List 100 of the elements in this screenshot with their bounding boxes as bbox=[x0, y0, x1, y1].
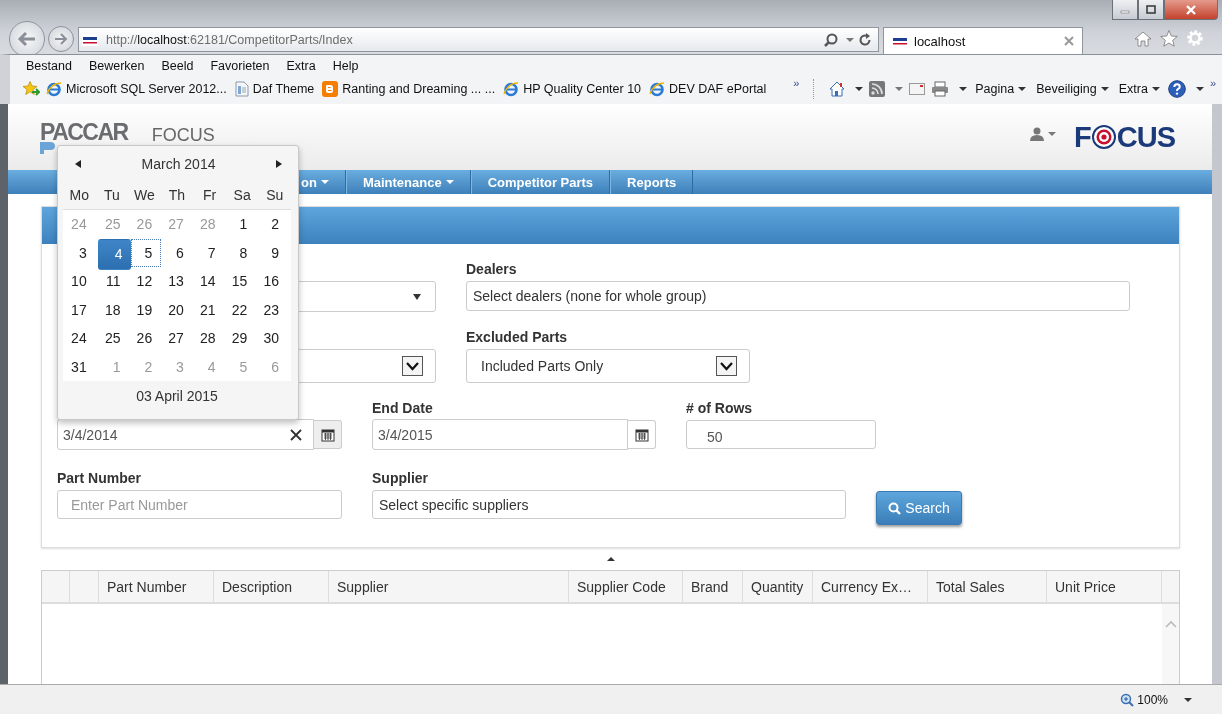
collapse-icon[interactable] bbox=[606, 557, 615, 561]
column-header[interactable]: Unit Price bbox=[1047, 571, 1162, 602]
menu-button[interactable]: Extra bbox=[1118, 82, 1160, 96]
calendar-day[interactable]: 27 bbox=[163, 324, 193, 353]
field-label: Excluded Parts bbox=[466, 329, 568, 345]
weekday-label: Fr bbox=[202, 187, 217, 203]
column-header[interactable]: Currency Ex… bbox=[813, 571, 928, 602]
star-icon[interactable] bbox=[1160, 30, 1178, 47]
minimize-button[interactable] bbox=[1112, 0, 1138, 20]
back-button[interactable] bbox=[9, 21, 45, 57]
supplier-field[interactable]: Select specific suppliers bbox=[372, 490, 846, 519]
column-header[interactable]: Supplier Code bbox=[569, 571, 683, 602]
calendar-day[interactable]: 18 bbox=[97, 295, 130, 324]
next-month-button[interactable] bbox=[276, 159, 282, 168]
search-icon[interactable] bbox=[824, 32, 838, 47]
mail-icon[interactable] bbox=[909, 83, 926, 95]
column-header[interactable]: Part Number bbox=[99, 571, 214, 602]
calendar-day[interactable]: 29 bbox=[226, 324, 257, 353]
calendar-day[interactable]: 8 bbox=[226, 238, 257, 267]
calendar-day[interactable]: 24 bbox=[66, 324, 96, 353]
chevron-down-icon bbox=[402, 356, 423, 376]
zoom-button[interactable]: 100% bbox=[1120, 692, 1168, 707]
calendar-day[interactable]: 28 bbox=[194, 324, 225, 353]
feed-icon[interactable] bbox=[869, 81, 886, 97]
calendar-day[interactable]: 9 bbox=[258, 238, 288, 267]
favorite-link[interactable]: Microsoft SQL Server 2012... bbox=[46, 81, 227, 97]
calendar-day[interactable]: 17 bbox=[66, 295, 96, 324]
calendar-button[interactable] bbox=[314, 420, 342, 449]
number-field[interactable]: 50 bbox=[686, 420, 876, 449]
calendar-day[interactable]: 20 bbox=[163, 295, 193, 324]
menu-button[interactable]: Beveiliging bbox=[1036, 82, 1109, 96]
calendar-day[interactable]: 12 bbox=[131, 267, 162, 296]
calendar-day[interactable]: 16 bbox=[258, 267, 288, 296]
maximize-button[interactable] bbox=[1138, 0, 1164, 20]
calendar-button[interactable] bbox=[628, 420, 656, 449]
calendar-day[interactable]: 6 bbox=[163, 238, 193, 267]
calendar-day[interactable]: 21 bbox=[194, 295, 225, 324]
favorite-link[interactable]: Daf Theme bbox=[234, 81, 315, 97]
menu-item[interactable]: Help bbox=[332, 59, 359, 73]
user-menu-button[interactable] bbox=[1030, 127, 1057, 141]
more-button[interactable]: » bbox=[1209, 77, 1216, 89]
caret-icon bbox=[855, 87, 864, 91]
menu-item[interactable]: Bestand bbox=[26, 59, 72, 73]
favorite-link[interactable]: Ranting and Dreaming ... ... bbox=[322, 81, 496, 97]
part-number-field[interactable]: Enter Part Number bbox=[57, 490, 342, 519]
refresh-icon[interactable] bbox=[858, 32, 872, 47]
forward-button[interactable] bbox=[48, 26, 74, 52]
menu-item[interactable]: Beeld bbox=[161, 59, 194, 73]
printer-icon[interactable] bbox=[931, 81, 950, 97]
calendar-day[interactable]: 10 bbox=[66, 267, 96, 296]
calendar-day[interactable]: 2 bbox=[258, 210, 288, 239]
column-header[interactable]: Quantity bbox=[743, 571, 813, 602]
more-button[interactable]: » bbox=[793, 77, 800, 89]
calendar-day[interactable]: 23 bbox=[258, 295, 288, 324]
calendar-day[interactable]: 4 bbox=[97, 238, 132, 270]
calendar-day[interactable]: 13 bbox=[163, 267, 193, 296]
weekday-label: Mo bbox=[69, 187, 89, 203]
home-icon[interactable] bbox=[1134, 31, 1152, 47]
calendar-day[interactable]: 15 bbox=[226, 267, 257, 296]
caret-icon bbox=[1195, 87, 1204, 91]
menu-button[interactable]: Pagina bbox=[975, 82, 1027, 96]
favorite-link[interactable]: HP Quality Center 10 bbox=[503, 81, 642, 97]
month-title[interactable]: March 2014 bbox=[141, 155, 216, 172]
dropdown[interactable]: Included Parts Only bbox=[466, 349, 750, 383]
browser-tab[interactable]: localhost bbox=[883, 27, 1083, 54]
prev-month-button[interactable] bbox=[75, 159, 81, 168]
calendar-day[interactable]: 11 bbox=[97, 267, 130, 296]
favorite-link[interactable]: DEV DAF ePortal bbox=[649, 81, 767, 97]
menu-item[interactable]: Bewerken bbox=[88, 59, 145, 73]
calendar-day[interactable]: 25 bbox=[97, 324, 130, 353]
user-icon bbox=[1030, 127, 1045, 141]
close-button[interactable] bbox=[1164, 0, 1218, 20]
favorites-star-icon[interactable] bbox=[22, 81, 40, 97]
column-header[interactable]: Total Sales bbox=[928, 571, 1047, 602]
date-field[interactable]: 3/4/2014 bbox=[57, 419, 314, 450]
column-header[interactable]: Brand bbox=[683, 571, 743, 602]
help-icon[interactable] bbox=[1167, 80, 1186, 98]
menu-item[interactable]: Favorieten bbox=[210, 59, 270, 73]
calendar-day[interactable]: 3 bbox=[66, 238, 96, 267]
calendar-day[interactable]: 30 bbox=[258, 324, 288, 353]
today-button[interactable]: 03 April 2015 bbox=[63, 381, 291, 411]
close-icon[interactable] bbox=[1064, 36, 1074, 46]
calendar-day[interactable]: 1 bbox=[226, 210, 257, 239]
arrow-right-icon bbox=[54, 33, 68, 45]
dealers-field[interactable]: Select dealers (none for whole group) bbox=[466, 281, 1130, 311]
menu-item[interactable]: Extra bbox=[286, 59, 316, 73]
logo-text: PACCAR bbox=[40, 124, 128, 141]
calendar-day[interactable]: 5 bbox=[131, 238, 162, 267]
column-header[interactable]: Description bbox=[214, 571, 329, 602]
calendar-day[interactable]: 14 bbox=[194, 267, 225, 296]
column-header[interactable]: Supplier bbox=[329, 571, 569, 602]
home-icon[interactable] bbox=[829, 81, 846, 97]
calendar-day[interactable]: 26 bbox=[131, 324, 162, 353]
address-bar[interactable]: http://localhost:62181/CompetitorParts/Index bbox=[78, 27, 879, 52]
calendar-day[interactable]: 31 bbox=[66, 352, 96, 381]
calendar-day[interactable]: 19 bbox=[131, 295, 162, 324]
calendar-day[interactable]: 7 bbox=[194, 238, 225, 267]
date-field[interactable]: 3/4/2015 bbox=[372, 419, 628, 450]
calendar-icon bbox=[320, 427, 335, 442]
calendar-day[interactable]: 22 bbox=[226, 295, 257, 324]
